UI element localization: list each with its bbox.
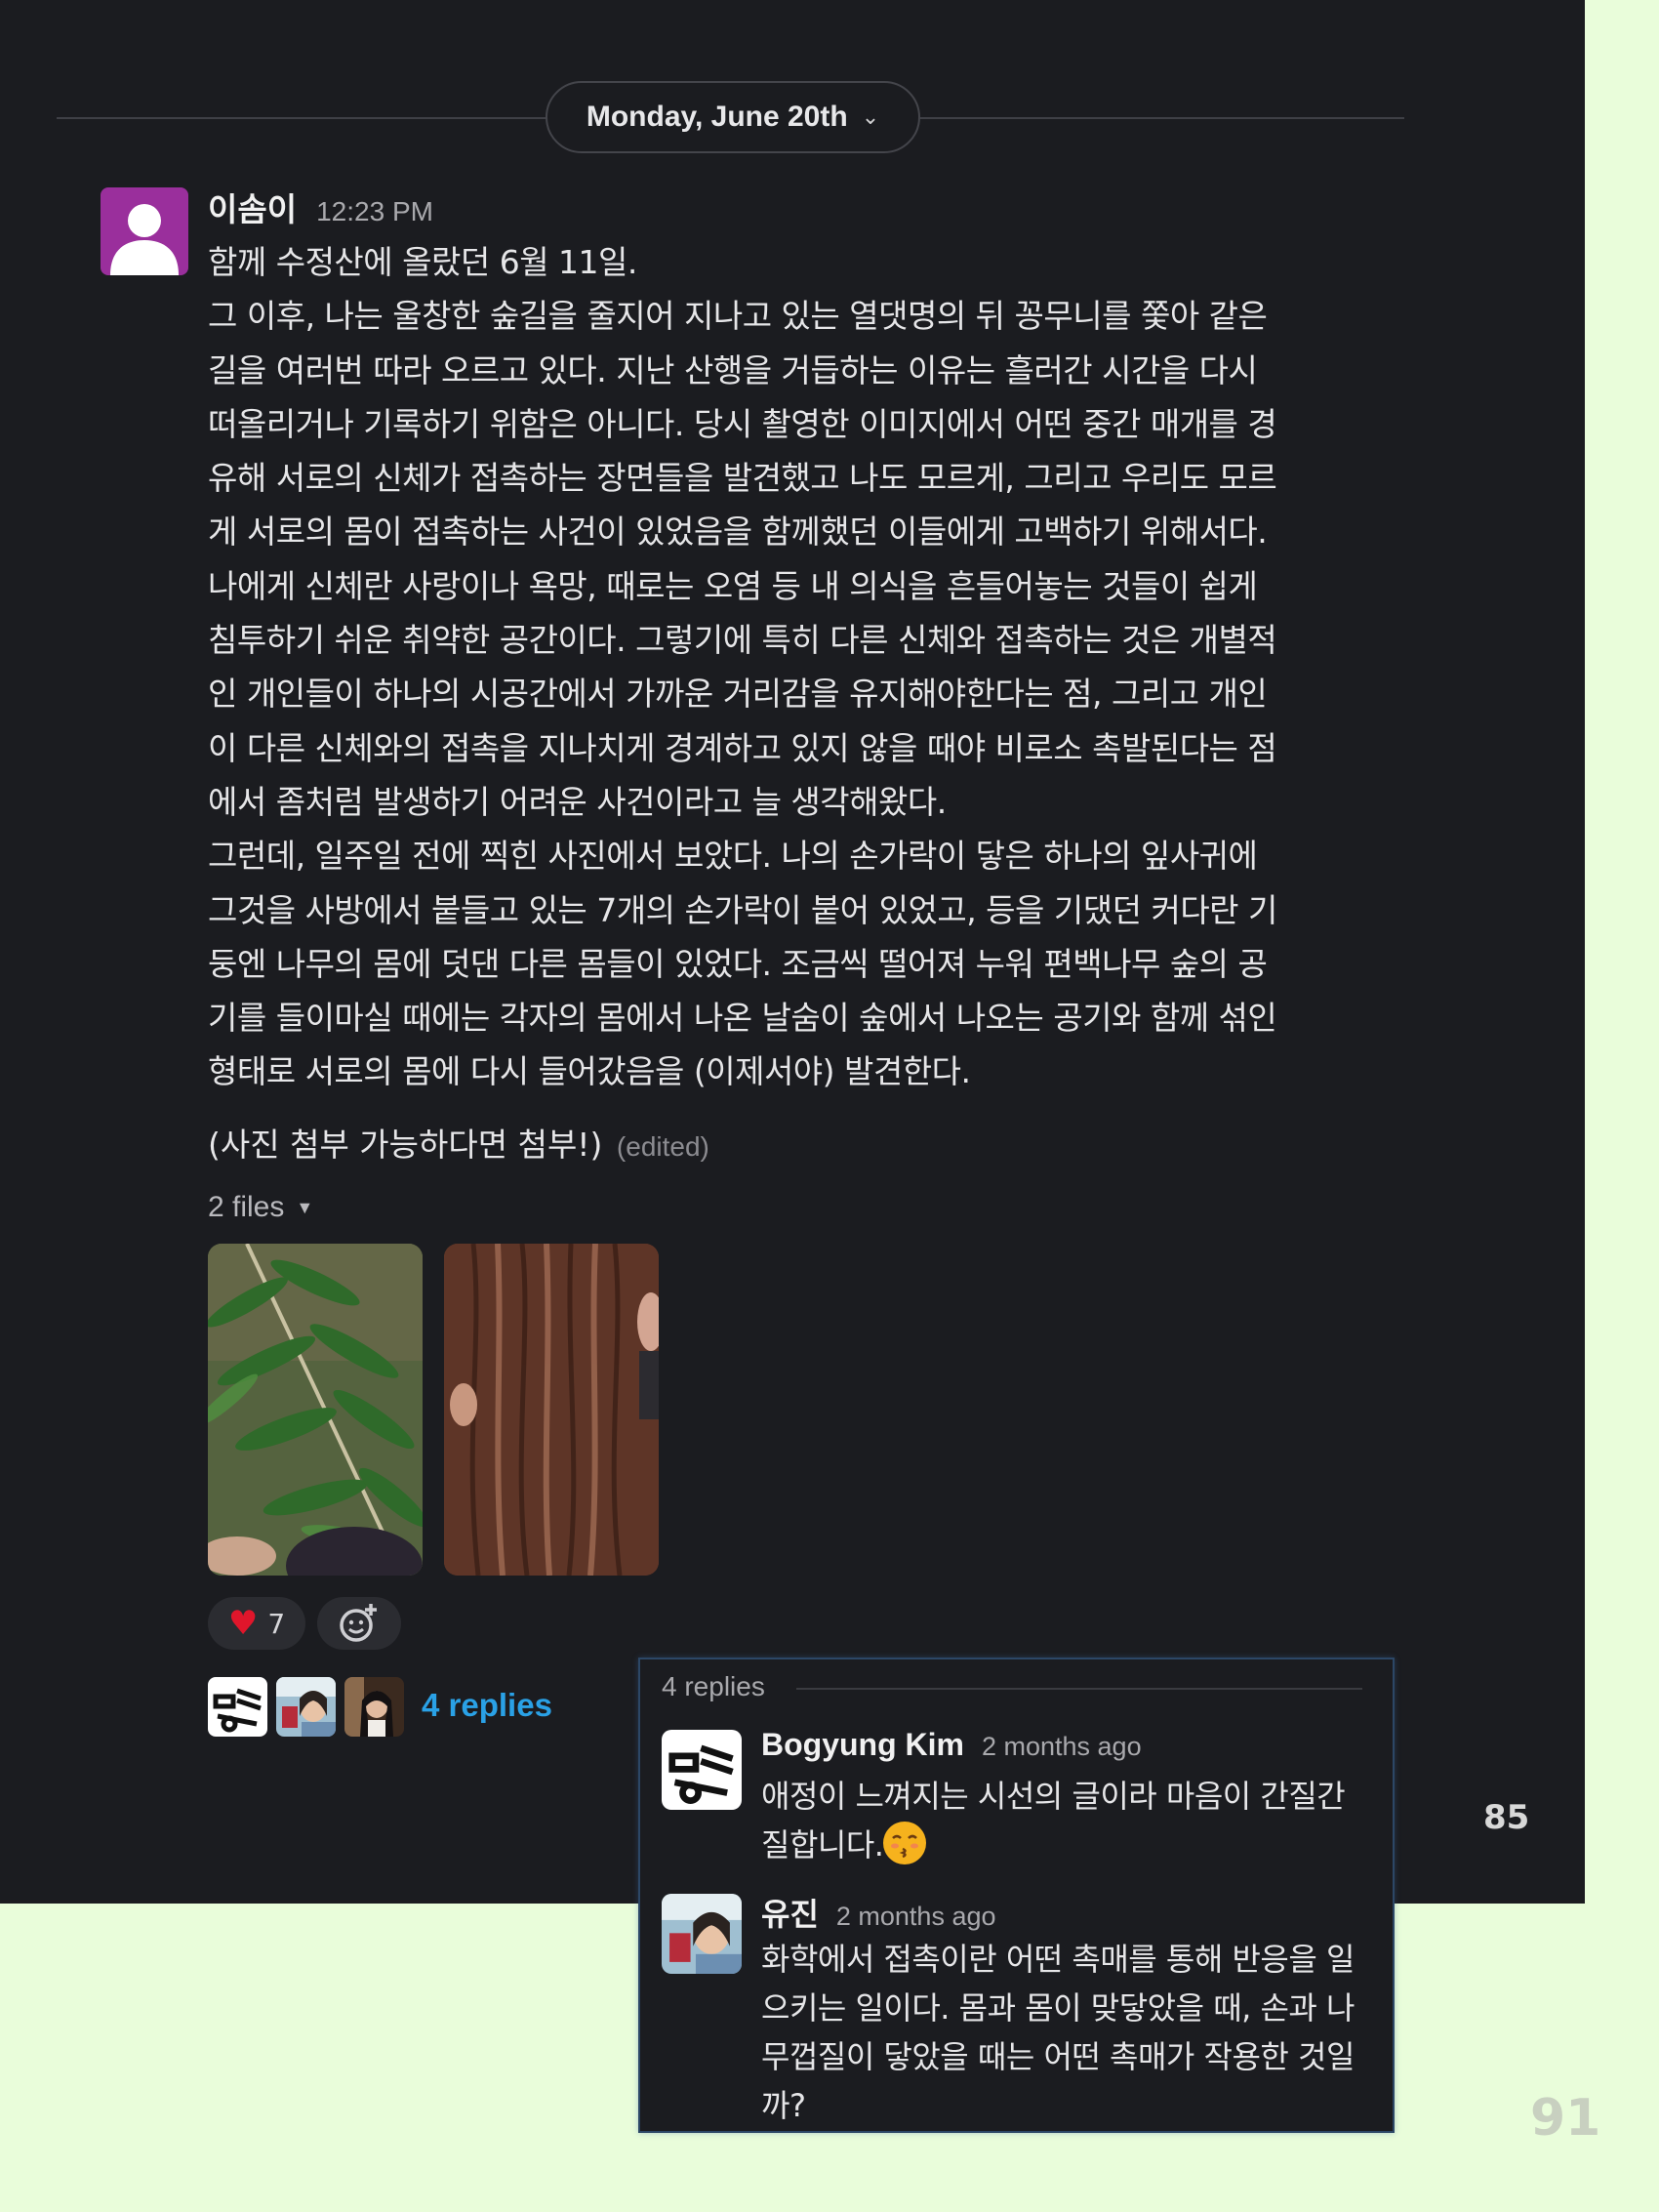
message-line: 인 개인들이 하나의 시공간에서 가까운 거리감을 유지해야한다는 점, 그리고… xyxy=(208,675,1268,714)
reply-body: 애정이 느껴지는 시선의 글이라 마음이 간질간 질합니다. xyxy=(761,1772,1376,1869)
message-line: 기를 들이마실 때에는 각자의 몸에서 나온 날숨이 숲에서 나오는 공기와 함… xyxy=(208,999,1277,1038)
message-line: 침투하기 쉬운 취약한 공간이다. 그렇기에 특히 다른 신체와 접촉하는 것은… xyxy=(208,621,1277,660)
reply-avatar-bogyung[interactable] xyxy=(208,1677,267,1737)
message-line: 형태로 서로의 몸에 다시 들어갔음을 (이제서야) 발견한다. xyxy=(208,1052,971,1091)
tree-bark-photo[interactable] xyxy=(444,1244,659,1576)
reply-line: 애정이 느껴지는 시선의 글이라 마음이 간질간 xyxy=(761,1778,1346,1815)
message-line: 함께 수정산에 올랐던 6월 11일. xyxy=(208,243,637,281)
message-line: 그런데, 일주일 전에 찍힌 사진에서 보았다. 나의 손가락이 닿은 하나의 … xyxy=(208,837,1258,876)
reply-header: 유진 2 months ago xyxy=(761,1890,996,1935)
reply-line: 화학에서 접촉이란 어떤 촉매를 통해 반응을 일 xyxy=(761,1941,1355,1978)
reply-line: 질합니다. xyxy=(761,1826,884,1864)
leaf-photo[interactable] xyxy=(208,1244,423,1576)
message-line: 이 다른 신체와의 접촉을 지나치게 경계하고 있지 않을 때야 비로소 촉발된… xyxy=(208,728,1277,767)
reply-header: Bogyung Kim 2 months ago xyxy=(761,1727,1142,1763)
reply-author-name[interactable]: 유진 xyxy=(761,1890,819,1935)
kissing-face-icon xyxy=(883,1822,927,1864)
message-line: 길을 여러번 따라 오르고 있다. 지난 산행을 거듭하는 이유는 흘러간 시간… xyxy=(208,350,1258,389)
caret-down-icon: ▼ xyxy=(296,1197,314,1217)
message-timestamp[interactable]: 12:23 PM xyxy=(316,196,433,227)
date-divider-line-left xyxy=(57,117,547,119)
message-line: 그 이후, 나는 울창한 숲길을 줄지어 지나고 있는 열댓명의 뒤 꽁무니를 … xyxy=(208,297,1268,336)
reply-avatar-user3[interactable] xyxy=(344,1677,404,1737)
message-line: 에서 좀처럼 발생하기 어려운 사건이라고 늘 생각해왔다. xyxy=(208,782,947,821)
reply-avatar-yujin[interactable] xyxy=(276,1677,336,1737)
page-number-right: 91 xyxy=(1530,2089,1601,2148)
reply-line: 으키는 일이다. 몸과 몸이 맞닿았을 때, 손과 나 xyxy=(761,1989,1355,2027)
reply-timestamp[interactable]: 2 months ago xyxy=(836,1902,996,1932)
user-silhouette-icon xyxy=(110,204,179,275)
heart-icon: ♥ xyxy=(227,1604,259,1643)
author-name[interactable]: 이솜이 xyxy=(208,184,297,230)
message-header: 이솜이 12:23 PM xyxy=(208,184,433,230)
page-number-left: 85 xyxy=(1483,1798,1530,1837)
heart-reaction-button[interactable]: ♥ 7 xyxy=(208,1597,305,1650)
date-divider-line-right xyxy=(918,117,1404,119)
thread-header: 4 replies xyxy=(662,1671,765,1701)
files-label: 2 files xyxy=(208,1191,285,1223)
reaction-count: 7 xyxy=(267,1607,286,1640)
thread-divider xyxy=(796,1688,1362,1690)
reply-body: 화학에서 접촉이란 어떤 촉매를 통해 반응을 일 으키는 일이다. 몸과 몸이… xyxy=(761,1935,1376,2130)
thread-popup: 4 replies Bogyung Kim 2 months ago 애정이 느… xyxy=(638,1658,1395,2133)
reply-author-avatar[interactable] xyxy=(662,1730,742,1810)
message-line: 유해 서로의 신체가 접촉하는 장면들을 발견했고 나도 모르게, 그리고 우리… xyxy=(208,459,1277,498)
message-line: 떠올리거나 기록하기 위함은 아니다. 당시 촬영한 이미지에서 어떤 중간 매… xyxy=(208,404,1277,443)
add-reaction-button[interactable] xyxy=(317,1597,401,1650)
reply-line: 무껍질이 닿았을 때는 어떤 촉매가 작용한 것일 xyxy=(761,2038,1355,2075)
message-line: 그것을 사방에서 붙들고 있는 7개의 손가락이 붙어 있었고, 등을 기댔던 … xyxy=(208,890,1277,929)
avatar[interactable] xyxy=(101,187,188,275)
message-line: 나에게 신체란 사랑이나 욕망, 때로는 오염 등 내 의식을 흔들어놓는 것들… xyxy=(208,566,1258,605)
date-divider-button[interactable]: Monday, June 20th ⌄ xyxy=(546,81,920,153)
attachment-note-text: (사진 첨부 가능하다면 첨부!) xyxy=(208,1126,603,1164)
files-toggle[interactable]: 2 files ▼ xyxy=(208,1191,313,1224)
reply-timestamp[interactable]: 2 months ago xyxy=(982,1732,1142,1762)
reply-line-with-emoji: 질합니다. xyxy=(761,1821,1376,1869)
reply-author-name[interactable]: Bogyung Kim xyxy=(761,1727,964,1763)
reply-line: 까? xyxy=(761,2087,806,2124)
add-emoji-icon xyxy=(340,1604,377,1642)
date-label: Monday, June 20th xyxy=(586,101,848,133)
thread-replies-link[interactable]: 4 replies xyxy=(422,1687,552,1724)
reply-author-avatar[interactable] xyxy=(662,1894,742,1974)
message-line: 둥엔 나무의 몸에 덧댄 다른 몸들이 있었다. 조금씩 떨어져 누워 편백나무… xyxy=(208,944,1268,983)
edited-label: (edited) xyxy=(616,1131,709,1162)
chevron-down-icon: ⌄ xyxy=(861,104,880,129)
message-body: 함께 수정산에 올랐던 6월 11일. 그 이후, 나는 울창한 숲길을 줄지어… xyxy=(208,235,1379,1099)
attachment-note: (사진 첨부 가능하다면 첨부!) (edited) xyxy=(208,1119,709,1166)
message-line: 게 서로의 몸이 접촉하는 사건이 있었음을 함께했던 이들에게 고백하기 위해… xyxy=(208,512,1268,552)
